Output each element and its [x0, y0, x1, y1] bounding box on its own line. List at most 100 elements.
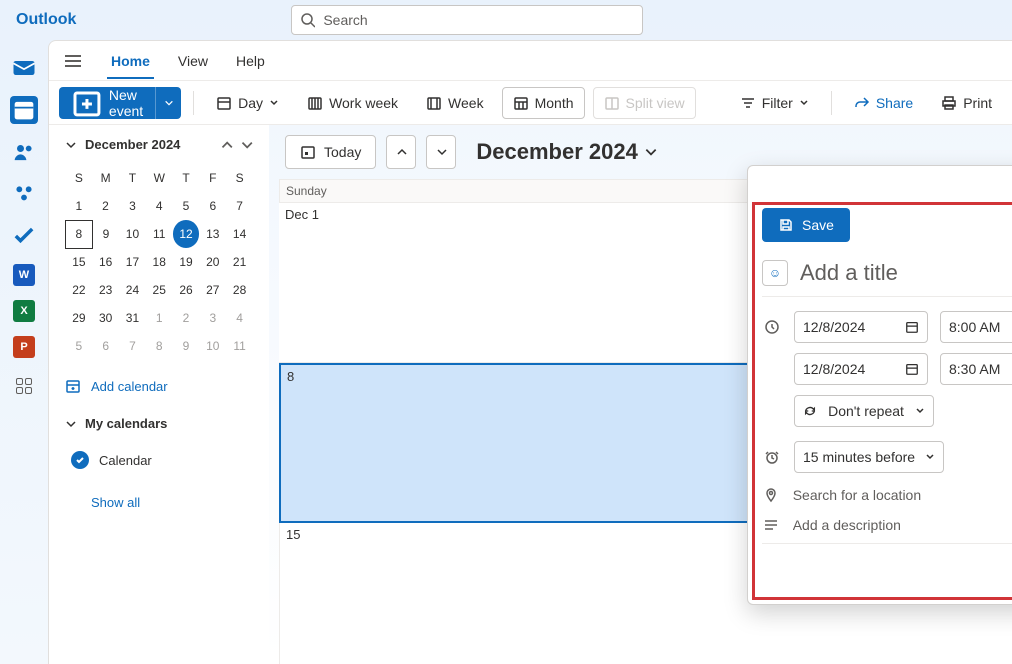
tab-help[interactable]: Help	[232, 53, 269, 69]
mini-day-cell[interactable]: 17	[119, 248, 146, 276]
mini-day-cell[interactable]: 4	[226, 304, 253, 332]
view-month-title[interactable]: December 2024	[476, 139, 657, 165]
mini-day-cell[interactable]: 26	[173, 276, 200, 304]
mini-day-cell[interactable]: 3	[119, 192, 146, 220]
new-event-split-button[interactable]: New event	[59, 87, 181, 119]
mini-calendar[interactable]: SMTWTFS 12345678910111213141516171819202…	[65, 164, 253, 360]
print-button[interactable]: Print	[931, 87, 1002, 119]
end-time-picker[interactable]: 8:30 AM	[940, 353, 1012, 385]
mini-day-cell[interactable]: 10	[199, 332, 226, 360]
quick-event-popup: Save Discard ☺ 12/8/202	[747, 165, 1012, 605]
show-all-link[interactable]: Show all	[65, 485, 253, 510]
search-input[interactable]	[291, 5, 643, 35]
people-app-icon[interactable]	[10, 138, 38, 166]
mini-day-cell[interactable]: 5	[66, 332, 93, 360]
view-month-button[interactable]: Month	[502, 87, 585, 119]
week-icon	[426, 95, 442, 111]
event-title-input[interactable]	[800, 260, 1012, 286]
excel-app-icon[interactable]: X	[13, 300, 35, 322]
more-apps-icon[interactable]	[10, 372, 38, 400]
mini-day-cell[interactable]: 24	[119, 276, 146, 304]
calendar-add-icon	[65, 378, 81, 394]
mini-day-cell[interactable]: 2	[92, 192, 119, 220]
mini-day-cell[interactable]: 13	[199, 220, 226, 248]
next-month-icon[interactable]	[239, 138, 253, 152]
mini-day-cell[interactable]: 9	[173, 332, 200, 360]
mini-day-cell[interactable]: 25	[146, 276, 173, 304]
repeat-picker[interactable]: Don't repeat	[794, 395, 934, 427]
mini-day-cell[interactable]: 21	[226, 248, 253, 276]
mini-day-cell[interactable]: 12	[173, 220, 200, 248]
calendar-icon	[905, 362, 919, 376]
mini-day-cell[interactable]: 2	[173, 304, 200, 332]
mini-day-cell[interactable]: 28	[226, 276, 253, 304]
mini-day-cell[interactable]: 8	[146, 332, 173, 360]
save-button[interactable]: Save	[762, 208, 850, 242]
mini-day-cell[interactable]: 11	[226, 332, 253, 360]
reminder-picker[interactable]: 15 minutes before	[794, 441, 944, 473]
mini-day-cell[interactable]: 5	[173, 192, 200, 220]
mini-day-cell[interactable]: 6	[199, 192, 226, 220]
mini-day-cell[interactable]: 19	[173, 248, 200, 276]
mini-day-cell[interactable]: 9	[92, 220, 119, 248]
repeat-icon	[803, 404, 817, 418]
end-date-picker[interactable]: 12/8/2024	[794, 353, 928, 385]
todo-app-icon[interactable]	[10, 222, 38, 250]
mini-day-cell[interactable]: 16	[92, 248, 119, 276]
chevron-down-icon	[644, 145, 658, 159]
my-calendars-header[interactable]: My calendars	[65, 412, 253, 435]
mini-day-cell[interactable]: 27	[199, 276, 226, 304]
tab-view[interactable]: View	[174, 53, 212, 69]
mini-day-cell[interactable]: 29	[66, 304, 93, 332]
more-options-link[interactable]: More options	[762, 570, 1012, 594]
description-input[interactable]	[793, 517, 1012, 533]
mini-day-cell[interactable]: 3	[199, 304, 226, 332]
powerpoint-app-icon[interactable]: P	[13, 336, 35, 358]
work-week-icon	[307, 95, 323, 111]
share-button[interactable]: Share	[844, 87, 923, 119]
today-button[interactable]: Today	[285, 135, 376, 169]
calendar-list-item[interactable]: Calendar	[65, 447, 253, 473]
mini-day-cell[interactable]: 30	[92, 304, 119, 332]
mini-day-cell[interactable]: 4	[146, 192, 173, 220]
word-app-icon[interactable]: W	[13, 264, 35, 286]
emoji-picker-button[interactable]: ☺	[762, 260, 788, 286]
search-field[interactable]	[323, 12, 634, 28]
mini-day-cell[interactable]: 11	[146, 220, 173, 248]
filter-button[interactable]: Filter	[730, 87, 819, 119]
start-time-picker[interactable]: 8:00 AM	[940, 311, 1012, 343]
start-date-picker[interactable]: 12/8/2024	[794, 311, 928, 343]
mini-day-cell[interactable]: 8	[66, 220, 93, 248]
mini-day-cell[interactable]: 7	[119, 332, 146, 360]
mini-day-cell[interactable]: 18	[146, 248, 173, 276]
new-event-dropdown[interactable]	[155, 87, 181, 119]
add-calendar-button[interactable]: Add calendar	[65, 372, 253, 400]
view-week-button[interactable]: Week	[416, 87, 494, 119]
view-day-button[interactable]: Day	[206, 87, 289, 119]
new-event-button[interactable]: New event	[59, 87, 155, 119]
calendar-app-icon[interactable]	[10, 96, 38, 124]
calendar-view: Today December 2024 Sunday Dec 1 8 15	[269, 125, 1012, 664]
mini-day-cell[interactable]: 14	[226, 220, 253, 248]
view-work-week-button[interactable]: Work week	[297, 87, 408, 119]
mail-app-icon[interactable]	[10, 54, 38, 82]
mini-day-cell[interactable]: 1	[146, 304, 173, 332]
chevron-down-icon[interactable]	[65, 139, 77, 151]
prev-period-button[interactable]	[386, 135, 416, 169]
mini-day-cell[interactable]: 23	[92, 276, 119, 304]
calendar-checkbox[interactable]	[71, 451, 89, 469]
location-input[interactable]	[793, 487, 1012, 503]
mini-day-cell[interactable]: 31	[119, 304, 146, 332]
mini-day-cell[interactable]: 15	[66, 248, 93, 276]
mini-day-cell[interactable]: 10	[119, 220, 146, 248]
mini-day-cell[interactable]: 1	[66, 192, 93, 220]
tab-home[interactable]: Home	[107, 53, 154, 79]
mini-day-cell[interactable]: 22	[66, 276, 93, 304]
next-period-button[interactable]	[426, 135, 456, 169]
hamburger-icon[interactable]	[65, 55, 81, 67]
groups-app-icon[interactable]	[10, 180, 38, 208]
mini-day-cell[interactable]: 7	[226, 192, 253, 220]
mini-day-cell[interactable]: 20	[199, 248, 226, 276]
mini-day-cell[interactable]: 6	[92, 332, 119, 360]
prev-month-icon[interactable]	[219, 138, 233, 152]
